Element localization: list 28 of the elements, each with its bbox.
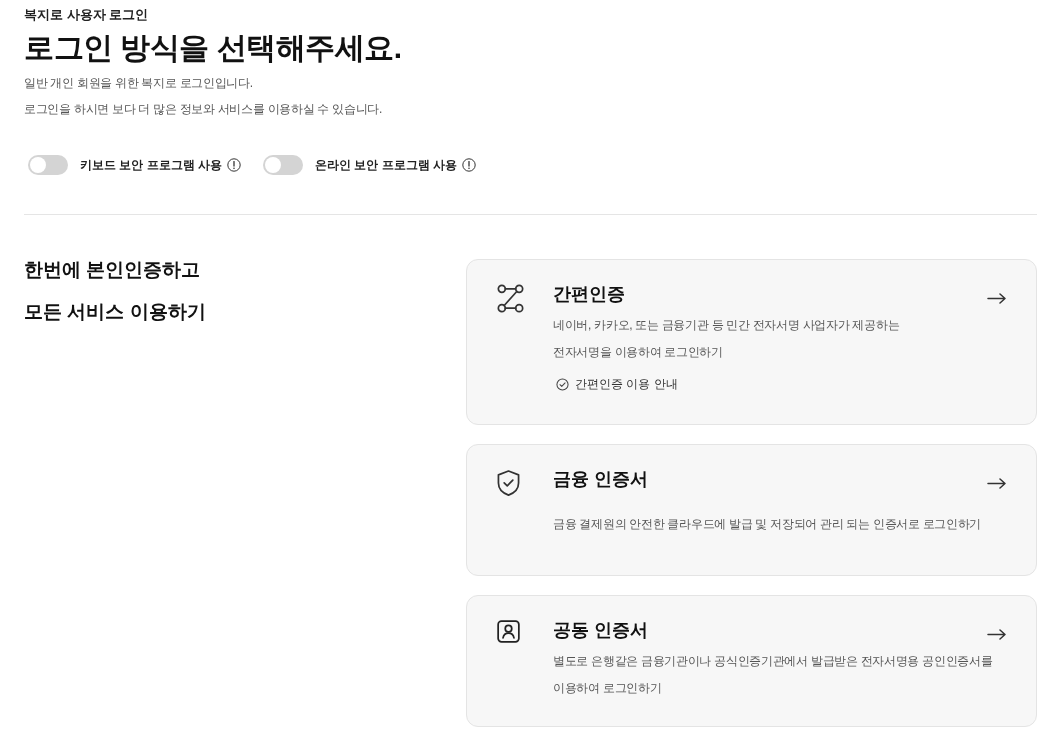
toggle-switch[interactable] [263,155,303,175]
arrow-right-icon [987,293,1006,304]
toggle-switch[interactable] [28,155,68,175]
card-description: 금융 결제원의 안전한 클라우드에 발급 및 저장되어 관리 되는 인증서로 로그인하기 [553,515,982,533]
shield-check-icon [497,469,520,497]
arrow-right-icon [987,629,1006,640]
card-title: 공동 인증서 [553,619,648,642]
card-description: 별도로 은행같은 금융기관이나 공식인증기관에서 발급받은 전자서명용 공인인증서를 이용하여 로그인하기 [553,653,993,697]
user-square-icon [497,620,520,643]
check-circle-icon [556,377,569,391]
nodes-icon [497,284,524,313]
card-title: 간편인증 [553,283,625,306]
card-title: 금융 인증서 [553,468,648,491]
page-eyebrow: 복지로 사용자 로그인 [24,6,149,24]
toggle-label: 온라인 보안 프로그램 사용 [315,157,458,174]
toggle-label: 키보드 보안 프로그램 사용 [80,157,222,174]
login-method-card[interactable]: 간편인증 네이버, 카카오, 또는 금융기관 등 민간 전자서명 사업자가 제공하는 전자서명을 이용하여 로그인하기 간편인증 이용 안내 [466,259,1037,425]
exclamation-circle-icon [227,158,241,172]
card-description: 네이버, 카카오, 또는 금융기관 등 민간 전자서명 사업자가 제공하는 전자서명을 이용하여 로그인하기 [553,317,900,361]
page-title: 로그인 방식을 선택해주세요. [24,30,402,66]
login-method-card[interactable]: 금융 인증서 금융 결제원의 안전한 클라우드에 발급 및 저장되어 관리 되는 인증서로 로그인하기 [466,444,1037,576]
section-heading: 한번에 본인인증하고 모든 서비스 이용하기 [24,258,206,324]
intro-text: 로그인을 하시면 보다 더 많은 정보와 서비스를 이용하실 수 있습니다. [24,101,382,118]
login-method-card[interactable]: 공동 인증서 별도로 은행같은 금융기관이나 공식인증기관에서 발급받은 전자서명용 공인인증서를 이용하여 로그인하기 [466,595,1037,727]
guide-link[interactable]: 간편인증 이용 안내 [575,375,678,393]
arrow-right-icon [987,478,1006,489]
exclamation-circle-icon [462,158,477,172]
intro-text: 일반 개인 회원을 위한 복지로 로그인입니다. [24,75,253,92]
